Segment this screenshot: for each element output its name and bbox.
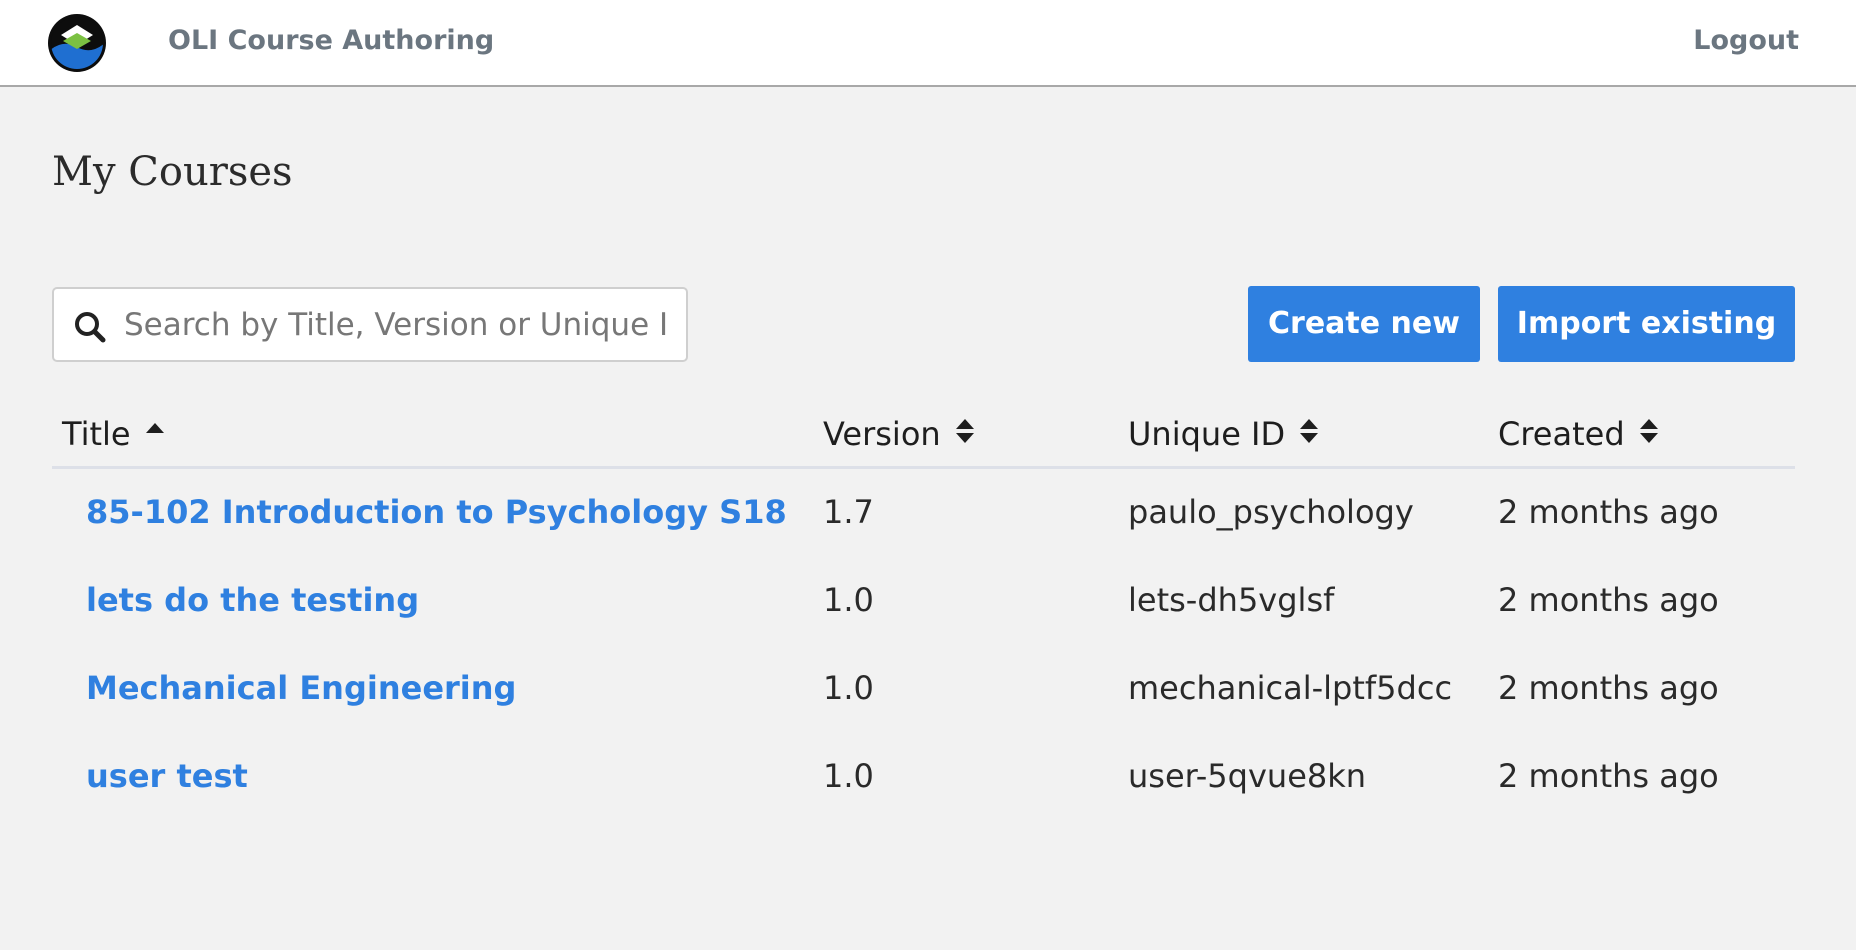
course-unique-id: lets-dh5vglsf <box>1128 581 1335 619</box>
course-title-link[interactable]: lets do the testing <box>86 581 419 619</box>
sort-icon <box>1299 415 1319 453</box>
course-unique-id: paulo_psychology <box>1128 493 1414 531</box>
column-header-label: Unique ID <box>1128 415 1286 453</box>
oli-logo-icon[interactable] <box>47 13 107 73</box>
sort-ascending-icon <box>145 415 165 453</box>
table-row: Mechanical Engineering 1.0 mechanical-lp… <box>52 645 1795 733</box>
course-title-link[interactable]: 85-102 Introduction to Psychology S18 <box>86 493 787 531</box>
search-icon <box>73 310 107 344</box>
search-input[interactable] <box>124 299 670 351</box>
column-header-title[interactable]: Title <box>62 415 165 453</box>
course-created: 2 months ago <box>1498 757 1719 795</box>
sort-icon <box>955 415 975 453</box>
import-existing-button[interactable]: Import existing <box>1498 286 1795 362</box>
create-new-button[interactable]: Create new <box>1248 286 1480 362</box>
course-created: 2 months ago <box>1498 493 1719 531</box>
top-navbar: OLI Course Authoring Logout <box>0 0 1856 87</box>
table-row: user test 1.0 user-5qvue8kn 2 months ago <box>52 733 1795 821</box>
courses-table: Title Version Unique ID Created 85-102 I… <box>52 410 1795 821</box>
sort-icon <box>1639 415 1659 453</box>
table-row: lets do the testing 1.0 lets-dh5vglsf 2 … <box>52 557 1795 645</box>
page-title: My Courses <box>52 149 293 195</box>
course-unique-id: mechanical-lptf5dcc <box>1128 669 1453 707</box>
course-title-link[interactable]: user test <box>86 757 248 795</box>
column-header-label: Version <box>823 415 941 453</box>
column-header-label: Title <box>62 415 131 453</box>
course-title-link[interactable]: Mechanical Engineering <box>86 669 516 707</box>
course-version: 1.0 <box>823 669 874 707</box>
course-unique-id: user-5qvue8kn <box>1128 757 1367 795</box>
app-title[interactable]: OLI Course Authoring <box>168 25 494 56</box>
search-box <box>52 287 688 362</box>
column-header-unique-id[interactable]: Unique ID <box>1128 415 1319 453</box>
course-created: 2 months ago <box>1498 581 1719 619</box>
course-version: 1.7 <box>823 493 874 531</box>
table-header: Title Version Unique ID Created <box>52 410 1795 469</box>
logout-link[interactable]: Logout <box>1693 25 1799 56</box>
column-header-created[interactable]: Created <box>1498 415 1659 453</box>
course-created: 2 months ago <box>1498 669 1719 707</box>
column-header-version[interactable]: Version <box>823 415 975 453</box>
course-version: 1.0 <box>823 581 874 619</box>
column-header-label: Created <box>1498 415 1625 453</box>
course-version: 1.0 <box>823 757 874 795</box>
table-row: 85-102 Introduction to Psychology S18 1.… <box>52 469 1795 557</box>
